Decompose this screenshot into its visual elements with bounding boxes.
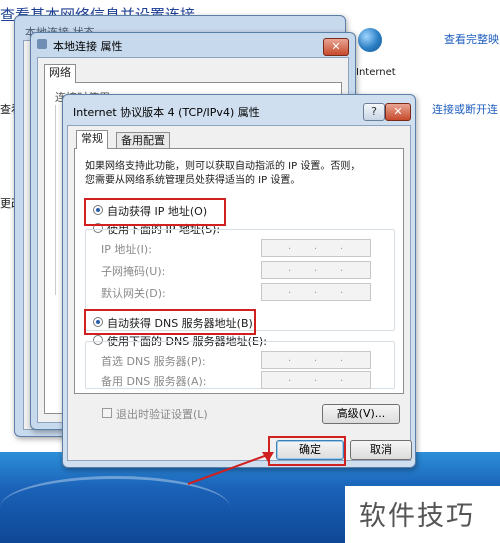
general-tab-sheet: 如果网络支持此功能，则可以获取自动指派的 IP 设置。否则， 您需要从网络系统管…	[74, 148, 404, 394]
subnet-mask-input[interactable]: ...	[261, 261, 371, 279]
red-arrow-icon	[187, 452, 274, 485]
ip-address-input[interactable]: ...	[261, 239, 371, 257]
validate-on-exit-checkbox[interactable]	[102, 408, 112, 418]
ip-address-label: IP 地址(I):	[101, 243, 152, 256]
description-line-1: 如果网络支持此功能，则可以获取自动指派的 IP 设置。否则，	[85, 161, 361, 172]
ipv4-dialog-body: 常规 备用配置 如果网络支持此功能，则可以获取自动指派的 IP 设置。否则， 您…	[67, 125, 412, 461]
default-gateway-input[interactable]: ...	[261, 283, 371, 301]
tab-alternate-config[interactable]: 备用配置	[116, 132, 170, 149]
alternate-dns-input[interactable]: ...	[261, 371, 371, 389]
properties-close-button[interactable]: ✕	[323, 38, 349, 56]
dialog-close-button[interactable]: ✕	[385, 103, 411, 121]
subnet-mask-label: 子网掩码(U):	[101, 265, 166, 278]
auto-ip-highlight	[84, 198, 226, 226]
network-adapter-icon	[37, 39, 47, 49]
auto-dns-highlight	[84, 309, 256, 335]
tab-general[interactable]: 常规	[76, 130, 108, 149]
validate-on-exit-label[interactable]: 退出时验证设置(L)	[116, 406, 208, 422]
internet-globe-icon	[358, 28, 382, 52]
preferred-dns-label: 首选 DNS 服务器(P):	[101, 355, 206, 368]
alternate-dns-label: 备用 DNS 服务器(A):	[101, 375, 207, 388]
properties-window-title: 本地连接 属性	[53, 40, 123, 53]
watermark-brand-text: 软件技巧	[359, 501, 475, 532]
help-button[interactable]: ?	[363, 103, 385, 121]
advanced-button[interactable]: 高级(V)...	[322, 404, 400, 424]
description-line-2: 您需要从网络系统管理员处获得适当的 IP 设置。	[85, 175, 301, 186]
cancel-button[interactable]: 取消	[350, 440, 412, 460]
watermark-brand: 软件技巧	[345, 486, 500, 543]
preferred-dns-input[interactable]: ...	[261, 351, 371, 369]
ipv4-dialog-title: Internet 协议版本 4 (TCP/IPv4) 属性	[73, 106, 260, 119]
ipv4-properties-dialog[interactable]: Internet 协议版本 4 (TCP/IPv4) 属性 ? ✕ 常规 备用配…	[62, 94, 416, 468]
default-gateway-label: 默认网关(D):	[101, 287, 166, 300]
tab-network[interactable]: 网络	[44, 64, 76, 83]
internet-label: Internet	[356, 67, 396, 78]
connect-disconnect-link[interactable]: 连接或断开连	[432, 101, 498, 117]
view-full-map-link[interactable]: 查看完整映	[444, 31, 499, 47]
